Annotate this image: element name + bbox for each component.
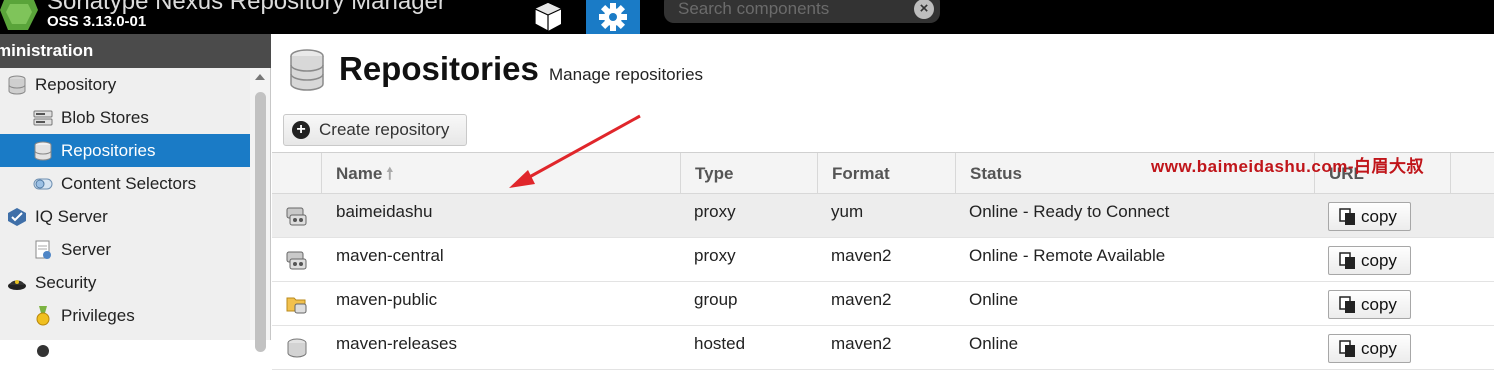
- database-icon: [34, 141, 52, 161]
- table-row[interactable]: baimeidashu proxy yum Online - Ready to …: [272, 194, 1494, 238]
- browse-button[interactable]: [526, 0, 570, 34]
- sort-ascending-icon: 🠕: [386, 166, 394, 183]
- selector-icon: [33, 178, 53, 189]
- repo-format: maven2: [831, 290, 892, 309]
- repo-name: maven-public: [336, 290, 438, 309]
- sidebar-item-repository[interactable]: Repository: [0, 68, 250, 101]
- sidebar-title: ministration: [0, 34, 271, 68]
- group-folder-icon: [286, 297, 307, 314]
- sidebar-item-label: IQ Server: [35, 206, 108, 226]
- copy-url-button[interactable]: copy: [1328, 246, 1411, 275]
- repo-type: proxy: [694, 202, 736, 221]
- hosted-icon: [287, 338, 307, 358]
- table-row[interactable]: maven-public group maven2 Online copy: [272, 282, 1494, 326]
- sidebar-item-label: Security: [35, 272, 97, 292]
- copy-icon: [1339, 251, 1355, 269]
- sidebar-item-label: Repository: [35, 74, 117, 94]
- copy-icon: [1339, 207, 1355, 225]
- repo-name: maven-central: [336, 246, 444, 265]
- create-repository-button[interactable]: + Create repository: [283, 114, 467, 146]
- repo-name: maven-releases: [336, 334, 457, 353]
- repo-status: Online - Ready to Connect: [969, 202, 1170, 221]
- scrollbar-thumb[interactable]: [255, 92, 266, 352]
- server-icon: [33, 110, 53, 125]
- copy-icon: [1339, 339, 1355, 357]
- copy-url-button[interactable]: copy: [1328, 334, 1411, 363]
- column-header-type[interactable]: Type: [680, 153, 818, 194]
- column-header-name[interactable]: Name 🠕: [321, 153, 681, 194]
- sidebar-item-security[interactable]: Security: [0, 266, 250, 299]
- proxy-icon: [286, 251, 307, 270]
- iq-server-icon: [8, 207, 26, 226]
- clear-search-icon[interactable]: ×: [914, 0, 934, 19]
- plus-circle-icon: +: [292, 121, 310, 139]
- administration-button[interactable]: [586, 0, 640, 34]
- page-subtitle: Manage repositories: [549, 65, 704, 84]
- search-input[interactable]: [678, 0, 908, 20]
- sidebar-item-label: Content Selectors: [61, 173, 197, 193]
- sidebar-item-blob-stores[interactable]: Blob Stores: [0, 101, 250, 134]
- copy-url-button[interactable]: copy: [1328, 202, 1411, 231]
- repo-status: Online: [969, 290, 1019, 309]
- sidebar-item-label: Blob Stores: [61, 107, 149, 127]
- repo-type: hosted: [694, 334, 746, 353]
- sidebar-item-content-selectors[interactable]: Content Selectors: [0, 167, 250, 200]
- repo-format: maven2: [831, 246, 892, 265]
- document-icon: [35, 240, 51, 259]
- police-hat-icon: [8, 279, 26, 290]
- sidebar-item-label: Repositories: [61, 140, 156, 160]
- sidebar-item-label: Privileges: [61, 305, 135, 325]
- sidebar-item-repositories[interactable]: Repositories: [0, 134, 250, 167]
- scroll-up-icon[interactable]: [255, 74, 265, 80]
- repo-format: yum: [831, 202, 864, 221]
- database-icon: [290, 49, 324, 91]
- create-repository-label: Create repository: [319, 120, 450, 139]
- search-box: ×: [664, 0, 940, 23]
- column-header-format[interactable]: Format: [817, 153, 956, 194]
- copy-url-button[interactable]: copy: [1328, 290, 1411, 319]
- app-version: OSS 3.13.0-01: [47, 13, 147, 30]
- cube-icon: [534, 3, 562, 32]
- gear-icon: [599, 3, 627, 31]
- page-title: Repositories: [339, 50, 539, 87]
- sidebar-item-next[interactable]: [0, 332, 250, 365]
- sidebar-item-privileges[interactable]: Privileges: [0, 299, 250, 332]
- main-panel: Repositories Manage repositories + Creat…: [272, 34, 1494, 370]
- repo-status: Online - Remote Available: [969, 246, 1166, 265]
- table-row[interactable]: maven-central proxy maven2 Online - Remo…: [272, 238, 1494, 282]
- repo-type: group: [694, 290, 738, 309]
- database-icon: [8, 75, 26, 95]
- repo-type: proxy: [694, 246, 736, 265]
- repo-status: Online: [969, 334, 1019, 353]
- repo-name: baimeidashu: [336, 202, 433, 221]
- medal-icon: [37, 344, 49, 357]
- proxy-icon: [286, 207, 307, 226]
- repo-format: maven2: [831, 334, 892, 353]
- nexus-logo-icon: [0, 0, 38, 30]
- copy-icon: [1339, 295, 1355, 313]
- sidebar-item-server[interactable]: Server: [0, 233, 250, 266]
- top-header: Sonatype Nexus Repository Manager OSS 3.…: [0, 0, 1494, 34]
- sidebar-item-label: Server: [61, 239, 112, 259]
- watermark: www.baimeidashu.com-白眉大叔: [1151, 157, 1425, 176]
- medal-icon: [36, 305, 50, 325]
- sidebar: ministration Repository Blob Stores Repo…: [0, 34, 271, 357]
- column-header-spacer: [1450, 153, 1494, 194]
- table-row[interactable]: maven-releases hosted maven2 Online copy: [272, 326, 1494, 370]
- sidebar-scrollbar[interactable]: [250, 68, 270, 352]
- sidebar-item-iq-server[interactable]: IQ Server: [0, 200, 250, 233]
